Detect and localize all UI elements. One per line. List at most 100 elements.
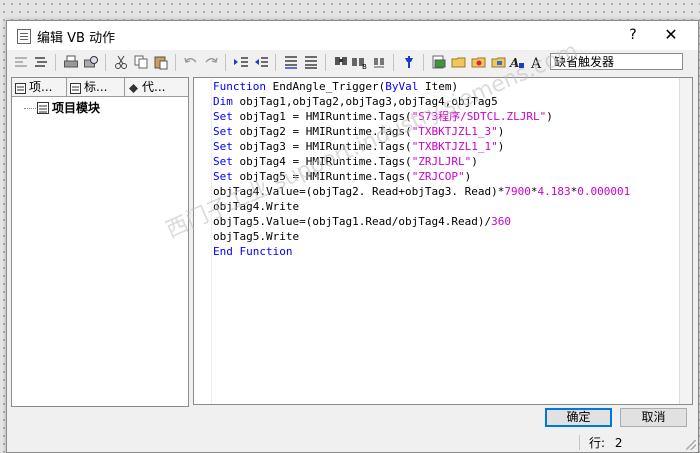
title-bar[interactable]: 编辑 VB 动作 ? ✕ (7, 21, 698, 50)
code-token: Set (213, 170, 233, 183)
compile-icon[interactable] (401, 54, 417, 70)
goto-icon[interactable] (371, 54, 387, 70)
code-token: Set (213, 140, 233, 153)
code-token: * (530, 185, 538, 198)
tab-label: 项... (29, 80, 53, 94)
trigger-select[interactable]: 缺省触发器 (550, 53, 683, 70)
tab-project[interactable]: 项... (12, 78, 67, 96)
copy-icon[interactable] (133, 54, 149, 70)
font-icon[interactable]: A (509, 54, 525, 70)
code-token: 360 (491, 215, 512, 228)
code-line[interactable]: objTag5.Write (213, 229, 680, 244)
line-indicator: 行: 2 (589, 434, 623, 451)
code-token: objTag4.Write (213, 200, 300, 213)
cut-icon[interactable] (113, 54, 129, 70)
code-token: "S73程序/SDTCL.ZLJRL" (411, 110, 547, 123)
indent-icon[interactable] (13, 54, 29, 70)
code-line[interactable]: objTag4.Value=(objTag2. Read+objTag3. Re… (213, 184, 680, 199)
tree-tabs: 项... 标... 代... (12, 78, 188, 97)
code-token: ) (497, 125, 505, 138)
module-icon (37, 102, 49, 114)
close-button[interactable]: ✕ (657, 24, 685, 46)
print-icon[interactable] (63, 54, 79, 70)
cancel-button[interactable]: 取消 (620, 408, 687, 427)
code-line[interactable]: Set objTag4 = HMIRuntime.Tags("ZRJLJRL") (213, 154, 680, 169)
code-line[interactable]: objTag5.Value=(objTag1.Read/objTag4.Read… (213, 214, 680, 229)
redo-icon[interactable] (203, 54, 219, 70)
code-line[interactable]: objTag4.Write (213, 199, 680, 214)
find-icon[interactable] (333, 54, 349, 70)
new-folder-icon[interactable] (431, 54, 447, 70)
code-line[interactable]: Set objTag1 = HMIRuntime.Tags("S73程序/SDT… (213, 109, 680, 124)
code-token: Set (213, 110, 233, 123)
code-token: Item) (418, 80, 459, 93)
open-folder-icon[interactable] (451, 54, 467, 70)
line-label: 行: (589, 436, 606, 450)
code-line[interactable]: Set objTag2 = HMIRuntime.Tags("TXBKTJZL1… (213, 124, 680, 139)
code-token: objTag4.Value=(objTag2. Read+objTag3. Re… (213, 185, 505, 198)
insert-object-icon[interactable] (471, 54, 487, 70)
replace-icon[interactable]: B (351, 54, 367, 70)
code-line[interactable]: Dim objTag1,objTag2,objTag3,objTag4,objT… (213, 94, 680, 109)
ok-button[interactable]: 确定 (545, 408, 612, 427)
project-tree-panel: 项... 标... 代... 项目模块 (11, 77, 189, 407)
svg-text:A: A (530, 56, 542, 70)
code-token: "ZRJCOP" (411, 170, 465, 183)
font-size-icon[interactable]: A (529, 54, 545, 70)
vertical-scrollbar[interactable] (679, 78, 692, 404)
code-token: Dim (213, 95, 233, 108)
print-preview-icon[interactable] (83, 54, 99, 70)
code-token: objTag5 = HMIRuntime.Tags( (232, 170, 412, 183)
tree-item-project-module[interactable]: 项目模块 (24, 100, 100, 116)
code-token: ByVal (385, 80, 419, 93)
line-value: 2 (614, 436, 623, 450)
editor-gutter (194, 78, 212, 404)
code-token: "TXBKTJZL1_1" (411, 140, 498, 153)
uncomment-icon[interactable] (303, 54, 319, 70)
comment-icon[interactable] (283, 54, 299, 70)
code-token: ) (464, 170, 472, 183)
code-token: Set (213, 125, 233, 138)
resize-grip[interactable] (686, 440, 696, 450)
code-token: ) (546, 110, 553, 123)
code-token: 0.000001 (577, 185, 631, 198)
code-token: objTag5.Write (213, 230, 300, 243)
decrease-indent-icon[interactable] (253, 54, 269, 70)
code-token: Function (213, 80, 273, 93)
code-token: objTag1 = HMIRuntime.Tags( (232, 110, 412, 123)
increase-indent-icon[interactable] (233, 54, 249, 70)
code-tab-icon (128, 81, 139, 93)
tab-code[interactable]: 代... (125, 78, 188, 96)
undo-icon[interactable] (183, 54, 199, 70)
toolbar: B A A 缺省触发器 (7, 50, 698, 76)
code-token: objTag3 = HMIRuntime.Tags( (232, 140, 412, 153)
code-token: objTag5.Value=(objTag1.Read/objTag4.Read… (213, 215, 492, 228)
code-line[interactable]: End Function (213, 244, 680, 259)
dialog-title: 编辑 VB 动作 (37, 31, 116, 46)
tab-label: 代... (142, 80, 166, 94)
dialog-icon (17, 29, 31, 44)
code-token: objTag1,objTag2,objTag3,objTag4,objTag5 (232, 95, 498, 108)
code-line[interactable]: Set objTag5 = HMIRuntime.Tags("ZRJCOP") (213, 169, 680, 184)
code-token: ) (497, 140, 505, 153)
code-token: objTag4 = HMIRuntime.Tags( (232, 155, 412, 168)
bookmark-icon[interactable] (491, 54, 507, 70)
code-token: 7900 (504, 185, 531, 198)
vb-action-dialog: 编辑 VB 动作 ? ✕ B A A 缺省触发器 项... 标... 代... … (6, 20, 699, 453)
code-text[interactable]: Function EndAngle_Trigger(ByVal Item) Dim… (213, 79, 680, 404)
help-button[interactable]: ? (621, 24, 645, 46)
tags-tab-icon (70, 81, 81, 94)
code-line[interactable]: Function EndAngle_Trigger(ByVal Item) (213, 79, 680, 94)
code-line[interactable]: Set objTag3 = HMIRuntime.Tags("TXBKTJZL1… (213, 139, 680, 154)
project-tab-icon (15, 81, 26, 94)
tree-item-label: 项目模块 (52, 101, 101, 115)
code-token: Set (213, 155, 233, 168)
code-token: EndAngle_Trigger( (272, 80, 386, 93)
code-token: "TXBKTJZL1_3" (411, 125, 498, 138)
code-editor[interactable]: Function EndAngle_Trigger(ByVal Item) Dim… (193, 77, 693, 405)
tab-tags[interactable]: 标... (67, 78, 125, 96)
status-bar: 行: 2 (7, 432, 698, 452)
svg-text:B: B (362, 63, 367, 70)
paste-icon[interactable] (153, 54, 169, 70)
outdent-icon[interactable] (33, 54, 49, 70)
